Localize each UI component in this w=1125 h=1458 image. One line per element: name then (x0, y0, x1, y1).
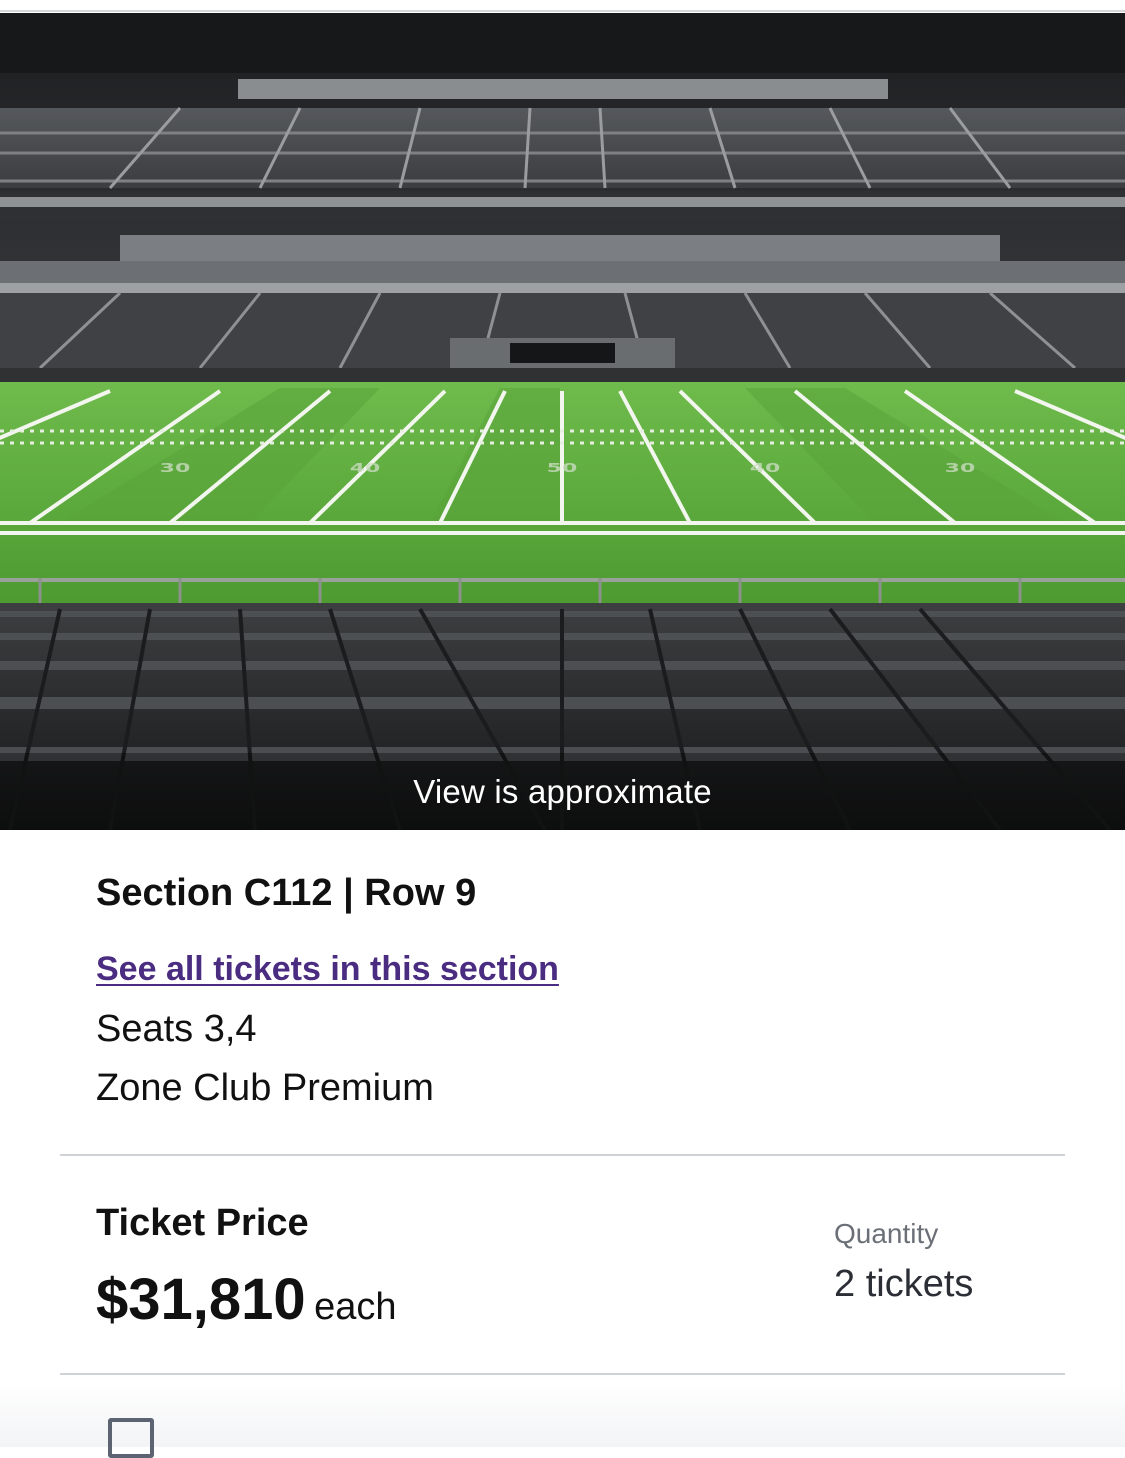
bottom-fade (0, 1380, 1125, 1447)
view-approximate-caption: View is approximate (413, 773, 712, 810)
ticket-price-heading: Ticket Price (96, 1202, 309, 1244)
price-amount: $31,810 (96, 1267, 306, 1332)
zone-text: Zone Club Premium (96, 1067, 434, 1109)
seats-text: Seats 3,4 (96, 1008, 257, 1050)
section-row-title: Section C112 | Row 9 (96, 872, 477, 914)
see-all-tickets-link[interactable]: See all tickets in this section (96, 950, 559, 989)
top-border (0, 0, 1125, 12)
yard-number: 50 (547, 462, 578, 476)
seat-view-image: 30 40 50 40 30 View is approximate (0, 13, 1125, 830)
yard-number: 40 (750, 462, 781, 476)
yard-number: 30 (160, 462, 191, 476)
divider (60, 1154, 1065, 1156)
yard-number: 40 (350, 462, 381, 476)
stadium-illustration: 30 40 50 40 30 (0, 13, 1125, 830)
divider (60, 1373, 1065, 1375)
quantity-label: Quantity (834, 1218, 939, 1249)
price-unit: each (314, 1286, 397, 1328)
yard-number: 30 (945, 462, 976, 476)
quantity-value: 2 tickets (834, 1263, 974, 1305)
document-icon (108, 1418, 154, 1458)
ticket-price: $31,810 each (96, 1266, 397, 1333)
